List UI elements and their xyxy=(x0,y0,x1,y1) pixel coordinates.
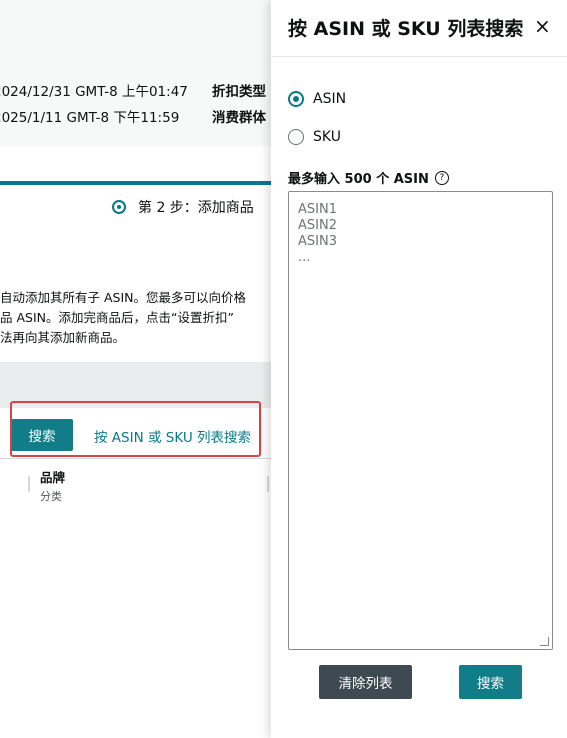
panel-search-button[interactable]: 搜索 xyxy=(459,665,522,699)
column-header-sub: 分类 xyxy=(40,490,62,503)
asin-list-textarea[interactable]: ASIN1 ASIN2 ASIN3 ... xyxy=(288,191,553,650)
column-separator[interactable] xyxy=(267,476,269,492)
panel-title: 按 ASIN 或 SKU 列表搜索 xyxy=(288,18,524,40)
resize-handle-icon[interactable] xyxy=(540,637,549,646)
audience-label: 消费群体 xyxy=(212,110,266,126)
column-separator[interactable] xyxy=(28,476,30,492)
option-asin-label: ASIN xyxy=(313,91,347,107)
column-header-brand[interactable]: 品牌 xyxy=(40,467,65,486)
progress-bar xyxy=(0,181,285,185)
option-sku-label: SKU xyxy=(313,129,341,145)
placeholder-line: ... xyxy=(298,250,311,265)
end-date: 2025/1/11 GMT-8 下午11:59 xyxy=(0,110,180,126)
discount-type-label: 折扣类型 xyxy=(212,84,266,100)
option-asin[interactable]: ASIN xyxy=(288,91,346,107)
panel-divider xyxy=(271,56,567,57)
highlight-box xyxy=(10,401,261,457)
option-sku[interactable]: SKU xyxy=(288,129,341,145)
radio-unselected-icon[interactable] xyxy=(288,129,304,145)
start-date: 2024/12/31 GMT-8 上午01:47 xyxy=(0,84,188,100)
step-indicator: 第 2 步：添加商品 xyxy=(112,197,254,217)
description-line-2: 品 ASIN。添加完商品后，点击“设置折扣” xyxy=(0,310,234,325)
placeholder-line: ASIN1 xyxy=(298,202,337,217)
description-line-1: 自动添加其所有子 ASIN。您最多可以向价格 xyxy=(0,290,246,305)
description-line-3: 法再向其添加新商品。 xyxy=(0,330,126,345)
table-divider xyxy=(0,458,285,459)
help-icon[interactable]: ? xyxy=(434,170,449,185)
textarea-placeholder: ASIN1 ASIN2 ASIN3 ... xyxy=(298,202,337,266)
step-radio-icon xyxy=(112,200,126,214)
close-icon[interactable]: × xyxy=(534,14,551,38)
placeholder-line: ASIN2 xyxy=(298,218,337,233)
clear-list-button[interactable]: 清除列表 xyxy=(319,665,412,699)
search-side-panel: 按 ASIN 或 SKU 列表搜索 × ASIN SKU 最多输入 500 个 … xyxy=(271,0,567,738)
list-field-label-text: 最多输入 500 个 ASIN xyxy=(288,172,429,187)
list-field-label: 最多输入 500 个 ASIN ? xyxy=(288,168,449,187)
step-label: 第 2 步：添加商品 xyxy=(138,200,254,216)
placeholder-line: ASIN3 xyxy=(298,234,337,249)
radio-selected-icon[interactable] xyxy=(288,91,304,107)
promotion-summary: 2024/12/31 GMT-8 上午01:47 折扣类型 2025/1/11 … xyxy=(0,0,285,146)
